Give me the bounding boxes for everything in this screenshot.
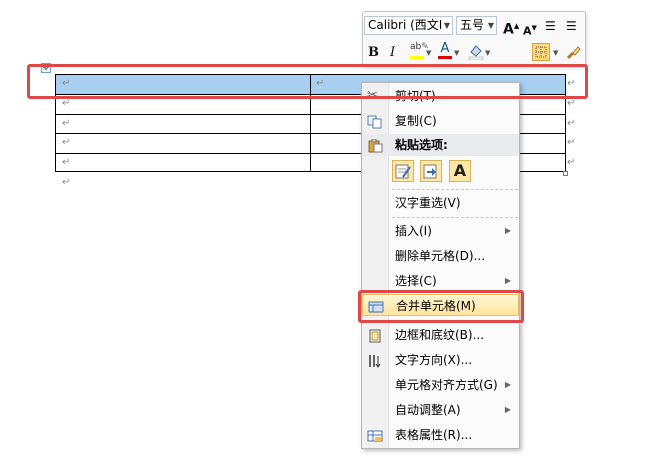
chevron-down-icon: ▼ xyxy=(487,21,494,30)
context-menu: ✂ 剪切(T) 复制(C) 粘贴选项: A 汉字重选(V) 插入(I) ▶ 删除… xyxy=(361,82,520,449)
menu-item-cell-alignment[interactable]: 单元格对齐方式(G) ▶ xyxy=(362,374,519,396)
font-size-value: 五号 xyxy=(460,18,485,32)
table-properties-icon xyxy=(367,428,383,442)
shrink-font-button[interactable]: A▼ xyxy=(523,20,537,40)
menu-item-delete-cells[interactable]: 删除单元格(D)... xyxy=(362,245,519,267)
increase-indent-icon[interactable]: ☰ xyxy=(566,18,577,34)
font-name-value: Calibri (西文I xyxy=(368,18,443,32)
italic-button[interactable]: I xyxy=(390,45,395,61)
menu-item-insert[interactable]: 插入(I) ▶ xyxy=(362,220,519,242)
submenu-arrow-icon: ▶ xyxy=(504,226,511,235)
chevron-down-icon[interactable]: ▼ xyxy=(553,49,558,57)
menu-separator xyxy=(392,189,518,190)
paragraph-mark: ↵ xyxy=(567,98,576,109)
submenu-arrow-icon: ▶ xyxy=(504,380,511,389)
chevron-down-icon[interactable]: ▼ xyxy=(426,49,431,57)
paste-text-only-button[interactable]: A xyxy=(449,160,471,182)
submenu-arrow-icon: ▶ xyxy=(504,276,511,285)
menu-item-copy[interactable]: 复制(C) xyxy=(362,110,519,132)
highlight-color-button[interactable]: ab✎ xyxy=(410,42,429,60)
paragraph-mark: ↵ xyxy=(62,118,71,129)
highlight-frame-merge-cells xyxy=(358,290,524,323)
format-painter-icon[interactable] xyxy=(564,43,582,61)
paragraph-mark: ↵ xyxy=(62,98,71,109)
chevron-down-icon[interactable]: ▼ xyxy=(485,49,490,57)
paragraph-mark: ↵ xyxy=(567,118,576,129)
chevron-down-icon: ▼ xyxy=(443,21,450,30)
bold-button[interactable]: B xyxy=(368,45,379,61)
paragraph-mark: ↵ xyxy=(567,137,576,148)
mini-toolbar: Calibri (西文I ▼ 五号 ▼ A▲ A▼ ☰ ☰ B I ab✎ ▼ … xyxy=(362,11,586,67)
paste-keep-source-button[interactable] xyxy=(392,160,414,182)
paragraph-mark: ↵ xyxy=(62,157,71,168)
text-direction-icon xyxy=(367,353,383,368)
copy-icon xyxy=(367,114,383,129)
paragraph-mark: ↵ xyxy=(62,177,71,188)
font-color-button[interactable]: A xyxy=(438,42,452,60)
menu-item-reconvert[interactable]: 汉字重选(V) xyxy=(362,192,519,214)
paragraph-mark: ↵ xyxy=(62,137,71,148)
menu-item-borders-shading[interactable]: 边框和底纹(B)... xyxy=(362,324,519,346)
menu-item-text-direction[interactable]: 文字方向(X)... xyxy=(362,349,519,371)
table-resize-handle[interactable] xyxy=(563,171,568,176)
menu-header-paste-options: 粘贴选项: xyxy=(362,134,519,156)
paste-icon xyxy=(367,138,383,153)
menu-item-autofit[interactable]: 自动调整(A) ▶ xyxy=(362,399,519,421)
menu-item-select[interactable]: 选择(C) ▶ xyxy=(362,270,519,292)
menu-item-table-properties[interactable]: 表格属性(R)... xyxy=(362,424,519,446)
paste-merge-format-button[interactable] xyxy=(420,160,442,182)
decrease-indent-icon[interactable]: ☰ xyxy=(545,18,556,34)
font-name-dropdown[interactable]: Calibri (西文I ▼ xyxy=(364,16,453,35)
chevron-down-icon[interactable]: ▼ xyxy=(454,49,459,57)
paragraph-mark: ↵ xyxy=(567,157,576,168)
font-size-dropdown[interactable]: 五号 ▼ xyxy=(456,16,497,35)
highlight-frame-table-row xyxy=(27,64,588,99)
grow-font-button[interactable]: A▲ xyxy=(503,18,519,38)
menu-separator xyxy=(392,217,518,218)
submenu-arrow-icon: ▶ xyxy=(504,405,511,414)
borders-icon xyxy=(367,328,383,343)
shading-icon[interactable] xyxy=(468,43,484,61)
borders-button[interactable] xyxy=(532,43,550,61)
